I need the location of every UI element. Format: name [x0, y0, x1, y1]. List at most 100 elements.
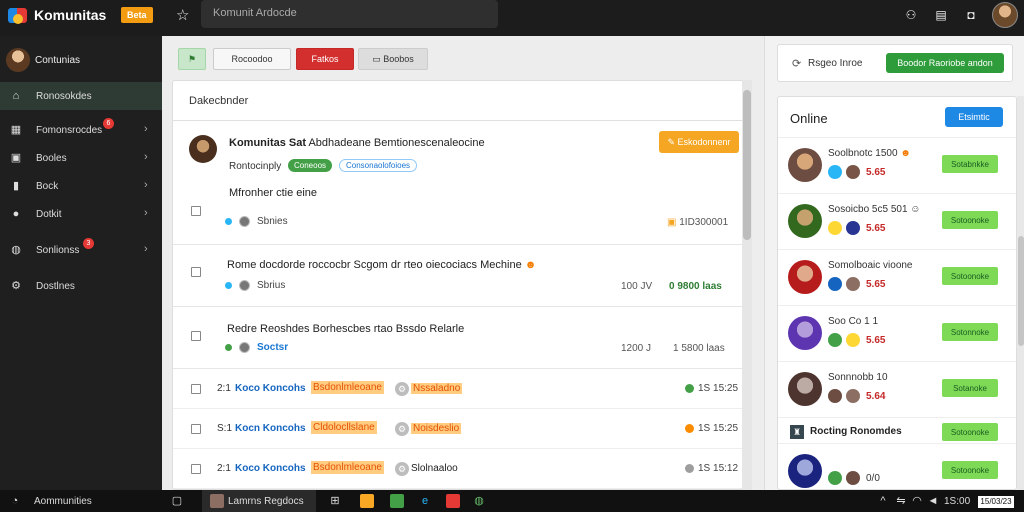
people-icon[interactable]: ⚇ [904, 8, 918, 22]
post-item[interactable]: Rome docdorde roccocbr Scgom dr rteo oie… [173, 245, 751, 307]
sidebar-item-dotkit[interactable]: ● Dotkit › [0, 200, 162, 228]
user-avatar[interactable] [992, 2, 1018, 28]
feed-scrollbar[interactable] [742, 80, 752, 490]
online-user-row[interactable]: Sonnnobb 10 5.64 Sotanoke [778, 361, 1016, 417]
window-icon[interactable]: ▢ [170, 494, 184, 508]
tag-badge[interactable]: Coneoos [288, 159, 333, 172]
fatkos-button[interactable]: Fatkos [296, 48, 354, 70]
online-panel: Online Etsimtic Soolbnotc 1500 ☻ 5.65 So… [777, 96, 1017, 490]
settings-icon: ⚙ [11, 280, 21, 292]
app-title: Komunitas [34, 7, 107, 23]
row-checkbox[interactable] [191, 384, 201, 394]
star-icon[interactable]: ☆ [176, 6, 189, 24]
files-icon[interactable] [390, 494, 404, 508]
post-checkbox[interactable] [191, 331, 201, 341]
globe-icon[interactable]: ◍ [472, 494, 486, 508]
row-name[interactable]: Koco Koncohs [235, 463, 306, 474]
post-subject: Mfronher ctie eine [229, 187, 318, 199]
info-card-button[interactable]: Boodor Raoriobe andon [886, 53, 1004, 73]
wifi-icon[interactable]: ◠ [910, 494, 924, 508]
list-item[interactable]: 2:1 Koco Koncohs Bsdonlmleoane ⚙ Nssalad… [173, 369, 751, 409]
volume-icon[interactable]: ◄ [926, 494, 940, 508]
search-box[interactable] [201, 0, 498, 28]
online-user-row[interactable]: Somolboaic vioone 5.65 Sotoonoke [778, 249, 1016, 305]
clock-date[interactable]: 15/03/23 [978, 496, 1014, 508]
ranking-button[interactable]: Sotoonoke [942, 423, 998, 441]
gear-icon: ⚙ [395, 462, 409, 476]
sidebar-item-dostlnes[interactable]: ⚙ Dostlnes [0, 272, 162, 300]
sidebar-item-label: Dostlnes [36, 281, 75, 292]
avatar [846, 389, 860, 403]
clipboard-icon[interactable]: ▤ [934, 8, 948, 22]
shield-icon[interactable] [446, 494, 460, 508]
online-user-row[interactable]: 0/0 Sotoonoke [778, 443, 1016, 489]
list-item[interactable]: 2:1 Koco Koncohs Bsdonlmleoane ⚙ Slolnaa… [173, 449, 751, 489]
row-checkbox[interactable] [191, 464, 201, 474]
right-scrollbar[interactable] [1017, 96, 1024, 490]
sidebar-item-label: Fomonsrocdes [36, 125, 103, 136]
sidebar-item-bock[interactable]: ▮ Bock › [0, 172, 162, 200]
folder-icon: ▭ [372, 54, 384, 64]
sidebar-item-label: Sonlionss [36, 245, 80, 256]
scroll-thumb[interactable] [1018, 236, 1024, 346]
row-number: 2:1 [217, 383, 231, 394]
chevron-up-icon[interactable]: ^ [876, 494, 890, 508]
panel-header: Dakecbnder [173, 81, 751, 121]
online-user-button[interactable]: Sotonnoke [942, 323, 998, 341]
taskbar-label[interactable]: Aommunities [34, 496, 92, 507]
online-user-name: Sosoicbo 5c5 501 ☺ [828, 204, 921, 215]
app-logo[interactable] [8, 6, 28, 26]
post-title: Rome docdorde roccocbr Scgom dr rteo oie… [227, 259, 536, 271]
network-icon[interactable]: ⇋ [894, 494, 908, 508]
lock-icon: ▣ [667, 217, 680, 228]
online-user-row[interactable]: Soolbnotc 1500 ☻ 5.65 Sotabnkke [778, 137, 1016, 193]
taskbar-app[interactable]: Lamrns Regdocs [202, 490, 316, 512]
row-name[interactable]: Kocn Koncohs [235, 423, 306, 434]
online-user-button[interactable]: Sotanoke [942, 379, 998, 397]
online-header-button[interactable]: Etsimtic [945, 107, 1003, 127]
post-checkbox[interactable] [191, 267, 201, 277]
rocoodoo-button[interactable]: Rocoodoo [213, 48, 291, 70]
status-dot [685, 464, 694, 473]
list-item[interactable]: S:1 Kocn Koncohs Cldolocllslane ⚙ Noisde… [173, 409, 751, 449]
ranking-row[interactable]: ♜ Rocting Ronomdes Sotoonoke [778, 417, 1016, 443]
row-label: Nssaladno [411, 383, 463, 394]
scroll-thumb[interactable] [743, 90, 751, 240]
sidebar-item-booles[interactable]: ▣ Booles › [0, 144, 162, 172]
windows-icon[interactable]: ⊞ [328, 494, 342, 508]
online-user-row[interactable]: Soo Co 1 1 5.65 Sotonnoke [778, 305, 1016, 361]
trophy-icon: ♜ [790, 425, 804, 439]
post-stat: 1200 J [621, 343, 652, 354]
post-item[interactable]: Redre Reoshdes Borhescbes rtao Bssdo Rel… [173, 307, 751, 369]
online-user-button[interactable]: Sotabnkke [942, 155, 998, 173]
briefcase-icon: ▦ [10, 124, 22, 136]
featured-post[interactable]: Komunitas Sat Abdhadeane Bemtionescenale… [173, 121, 751, 245]
post-action-button[interactable]: ✎ Eskodonnenr [659, 131, 739, 153]
search-input[interactable] [213, 7, 483, 19]
avatar [846, 471, 860, 485]
post-checkbox[interactable] [191, 206, 201, 216]
online-user-button[interactable]: Sotoonoke [942, 267, 998, 285]
browser-icon[interactable]: e [418, 494, 432, 508]
check-icon [828, 471, 842, 485]
sidebar-item-sonlionss[interactable]: ◍ Sonlionss 3 › [0, 236, 162, 264]
row-checkbox[interactable] [191, 424, 201, 434]
online-user-button[interactable]: Sotoonoke [942, 211, 998, 229]
user-icon[interactable]: ◔ [8, 494, 22, 508]
folder-icon[interactable] [360, 494, 374, 508]
flag-button[interactable]: ⚑ [178, 48, 206, 70]
sidebar-item-home[interactable]: ⌂ Ronosokdes [0, 82, 162, 110]
notification-icon[interactable]: ◘ [964, 8, 978, 22]
sidebar-profile[interactable]: Contunias [0, 46, 162, 76]
tag-link[interactable]: Consonaolofoioes [339, 159, 418, 172]
avatar [788, 454, 822, 488]
boobos-button[interactable]: ▭ Boobos [358, 48, 428, 70]
avatar [788, 316, 822, 350]
row-name[interactable]: Koco Koncohs [235, 383, 306, 394]
clock-time[interactable]: 1S:00 [944, 496, 970, 507]
row-highlight: Bsdonlmleoane [311, 461, 384, 474]
emoji-icon [828, 221, 842, 235]
online-user-row[interactable]: Sosoicbo 5c5 501 ☺ 5.65 Sotoonoke [778, 193, 1016, 249]
sidebar-item-fomonsrocdes[interactable]: ▦ Fomonsrocdes 6 › [0, 116, 162, 144]
online-user-button[interactable]: Sotoonoke [942, 461, 998, 479]
